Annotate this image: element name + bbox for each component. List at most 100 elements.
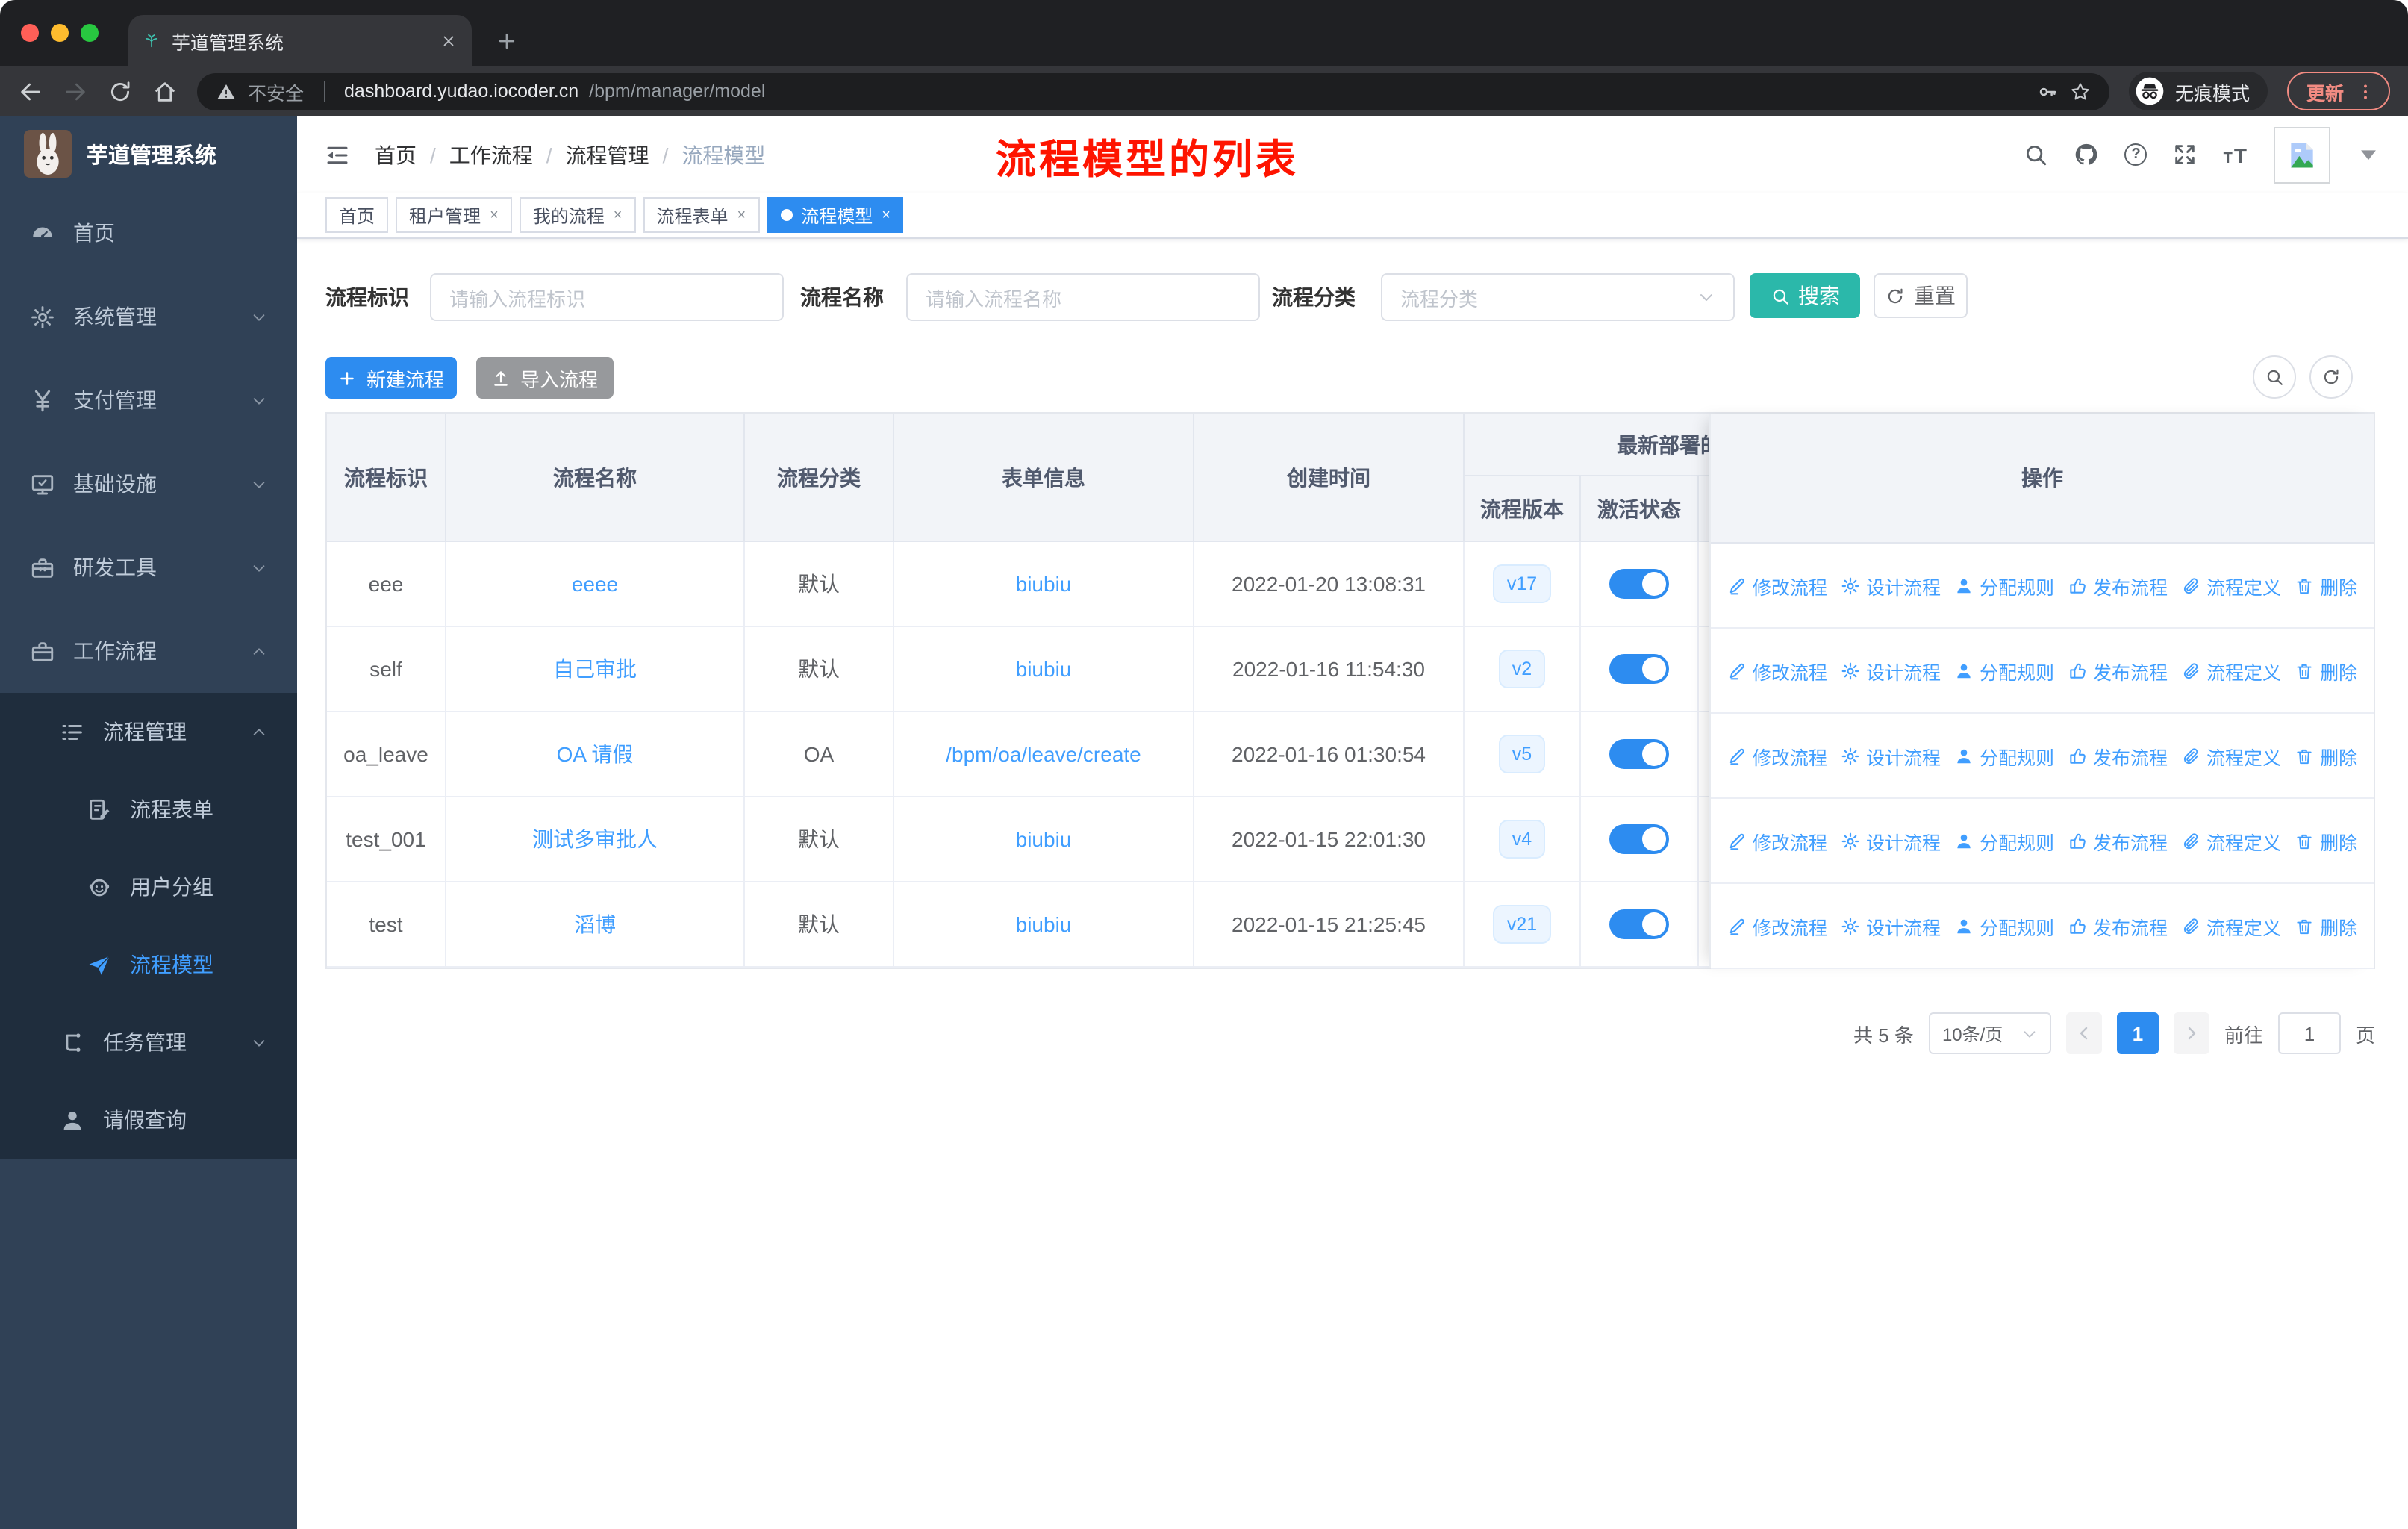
chevron-down-icon[interactable] xyxy=(2356,142,2381,167)
assign-action-link[interactable]: 分配规则 xyxy=(1954,912,2054,940)
active-status-toggle[interactable] xyxy=(1609,654,1669,684)
breadcrumb-item[interactable]: 首页 xyxy=(375,140,417,169)
sidebar-item-process-model[interactable]: 流程模型 xyxy=(0,926,297,1003)
definition-action-link[interactable]: 流程定义 xyxy=(2181,912,2281,940)
breadcrumb-item[interactable]: 工作流程 xyxy=(449,140,533,169)
delete-action-link[interactable]: 删除 xyxy=(2295,912,2357,940)
form-info-link[interactable]: biubiu xyxy=(1016,912,1072,936)
definition-action-link[interactable]: 流程定义 xyxy=(2181,571,2281,600)
process-name-link[interactable]: eeee xyxy=(572,572,618,596)
assign-action-link[interactable]: 分配规则 xyxy=(1954,826,2054,855)
modify-action-link[interactable]: 修改流程 xyxy=(1727,826,1827,855)
tab-close-icon[interactable] xyxy=(440,32,457,49)
modify-action-link[interactable]: 修改流程 xyxy=(1727,571,1827,600)
fullscreen-icon[interactable] xyxy=(2173,142,2198,167)
import-process-button[interactable]: 导入流程 xyxy=(476,357,614,399)
reload-button[interactable] xyxy=(107,78,133,104)
browser-update-button[interactable]: 更新 xyxy=(2286,72,2390,110)
publish-action-link[interactable]: 发布流程 xyxy=(2068,656,2168,685)
sidebar-item-leave-query[interactable]: 请假查询 xyxy=(0,1081,297,1159)
url-bar[interactable]: 不安全 dashboard.yudao.iocoder.cn/bpm/manag… xyxy=(197,72,2109,110)
process-name-link[interactable]: 滔博 xyxy=(574,909,616,939)
publish-action-link[interactable]: 发布流程 xyxy=(2068,741,2168,770)
process-id-input[interactable]: 请输入流程标识 xyxy=(430,273,784,321)
goto-page-input[interactable]: 1 xyxy=(2277,1012,2341,1054)
github-icon[interactable] xyxy=(2074,142,2100,167)
process-name-link[interactable]: 测试多审批人 xyxy=(532,824,658,854)
delete-action-link[interactable]: 删除 xyxy=(2295,741,2357,770)
design-action-link[interactable]: 设计流程 xyxy=(1841,656,1941,685)
toggle-search-button[interactable] xyxy=(2253,355,2296,399)
tag-close-icon[interactable]: × xyxy=(614,207,623,223)
sidebar-item-process-mgmt[interactable]: 流程管理 xyxy=(0,693,297,770)
help-icon[interactable]: ? xyxy=(2124,143,2147,166)
tag-close-icon[interactable]: × xyxy=(737,207,746,223)
modify-action-link[interactable]: 修改流程 xyxy=(1727,912,1827,940)
search-icon[interactable] xyxy=(2024,142,2049,167)
browser-menu-icon[interactable] xyxy=(2356,81,2375,101)
sidebar-item-home[interactable]: 首页 xyxy=(0,191,297,275)
forward-button[interactable] xyxy=(63,78,88,104)
collapse-sidebar-icon[interactable] xyxy=(324,141,351,168)
close-window-button[interactable] xyxy=(21,24,39,42)
design-action-link[interactable]: 设计流程 xyxy=(1841,912,1941,940)
new-tab-button[interactable] xyxy=(496,30,518,52)
tag-process-model[interactable]: 流程模型 × xyxy=(767,197,904,233)
publish-action-link[interactable]: 发布流程 xyxy=(2068,826,2168,855)
design-action-link[interactable]: 设计流程 xyxy=(1841,571,1941,600)
sidebar-item-infra[interactable]: 基础设施 xyxy=(0,442,297,526)
sidebar-item-devtools[interactable]: 研发工具 xyxy=(0,526,297,609)
tag-home[interactable]: 首页 xyxy=(325,197,389,233)
tag-my-process[interactable]: 我的流程 × xyxy=(519,197,636,233)
font-size-icon[interactable]: TT xyxy=(2224,143,2248,166)
assign-action-link[interactable]: 分配规则 xyxy=(1954,741,2054,770)
sidebar-item-user-group[interactable]: 用户分组 xyxy=(0,848,297,926)
active-status-toggle[interactable] xyxy=(1609,739,1669,769)
definition-action-link[interactable]: 流程定义 xyxy=(2181,656,2281,685)
sidebar-item-payment[interactable]: 支付管理 xyxy=(0,358,297,442)
tag-close-icon[interactable]: × xyxy=(882,207,890,223)
process-name-input[interactable]: 请输入流程名称 xyxy=(906,273,1260,321)
bookmark-star-icon[interactable] xyxy=(2069,80,2092,102)
sidebar-logo[interactable]: 芋道管理系统 xyxy=(0,116,297,191)
page-number-button[interactable]: 1 xyxy=(2116,1012,2159,1054)
form-info-link[interactable]: biubiu xyxy=(1016,572,1072,596)
modify-action-link[interactable]: 修改流程 xyxy=(1727,741,1827,770)
search-button[interactable]: 搜索 xyxy=(1750,273,1860,318)
sidebar-item-system[interactable]: 系统管理 xyxy=(0,275,297,358)
delete-action-link[interactable]: 删除 xyxy=(2295,571,2357,600)
breadcrumb-item[interactable]: 流程管理 xyxy=(566,140,649,169)
browser-tab[interactable]: 芋道管理系统 xyxy=(128,15,472,66)
refresh-table-button[interactable] xyxy=(2309,355,2353,399)
minimize-window-button[interactable] xyxy=(51,24,69,42)
process-name-link[interactable]: 自己审批 xyxy=(553,654,637,684)
delete-action-link[interactable]: 删除 xyxy=(2295,656,2357,685)
design-action-link[interactable]: 设计流程 xyxy=(1841,741,1941,770)
publish-action-link[interactable]: 发布流程 xyxy=(2068,912,2168,940)
definition-action-link[interactable]: 流程定义 xyxy=(2181,741,2281,770)
user-avatar[interactable] xyxy=(2274,126,2330,183)
active-status-toggle[interactable] xyxy=(1609,909,1669,939)
modify-action-link[interactable]: 修改流程 xyxy=(1727,656,1827,685)
create-process-button[interactable]: 新建流程 xyxy=(325,357,457,399)
form-info-link[interactable]: biubiu xyxy=(1016,827,1072,851)
process-name-link[interactable]: OA 请假 xyxy=(557,739,634,769)
process-category-select[interactable]: 流程分类 xyxy=(1381,273,1735,321)
sidebar-item-task-mgmt[interactable]: 任务管理 xyxy=(0,1003,297,1081)
delete-action-link[interactable]: 删除 xyxy=(2295,826,2357,855)
password-key-icon[interactable] xyxy=(2036,80,2059,102)
active-status-toggle[interactable] xyxy=(1609,569,1669,599)
form-info-link[interactable]: biubiu xyxy=(1016,657,1072,681)
next-page-button[interactable] xyxy=(2173,1012,2209,1054)
tag-process-form[interactable]: 流程表单 × xyxy=(643,197,760,233)
reset-button[interactable]: 重置 xyxy=(1874,273,1968,318)
sidebar-item-process-form[interactable]: 流程表单 xyxy=(0,770,297,848)
back-button[interactable] xyxy=(18,78,43,104)
publish-action-link[interactable]: 发布流程 xyxy=(2068,571,2168,600)
definition-action-link[interactable]: 流程定义 xyxy=(2181,826,2281,855)
tag-close-icon[interactable]: × xyxy=(490,207,499,223)
form-info-link[interactable]: /bpm/oa/leave/create xyxy=(946,742,1141,766)
design-action-link[interactable]: 设计流程 xyxy=(1841,826,1941,855)
assign-action-link[interactable]: 分配规则 xyxy=(1954,571,2054,600)
tag-tenant[interactable]: 租户管理 × xyxy=(396,197,512,233)
